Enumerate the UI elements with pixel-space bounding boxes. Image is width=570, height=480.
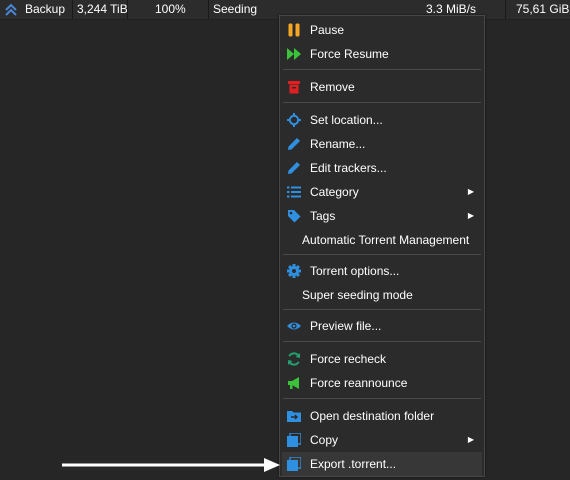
menu-separator: [283, 102, 481, 103]
torrent-status: Seeding: [213, 2, 258, 16]
submenu-arrow-icon: ▶: [467, 211, 474, 220]
torrent-context-menu: Pause Force Resume Remove Set location..…: [279, 15, 485, 477]
menu-item-label: Automatic Torrent Management: [302, 233, 470, 247]
pause-icon: [287, 23, 301, 37]
menu-item-automatic-torrent-management[interactable]: Automatic Torrent Management: [282, 228, 482, 252]
menu-item-label: Remove: [310, 80, 355, 94]
crosshair-icon: [287, 113, 301, 127]
menu-item-set-location[interactable]: Set location...: [282, 108, 482, 132]
menu-item-label: Force Resume: [310, 47, 389, 61]
megaphone-icon: [287, 376, 301, 390]
menu-item-label: Preview file...: [310, 319, 382, 333]
menu-item-tags[interactable]: Tags ▶: [282, 204, 482, 228]
torrent-name: Backup: [25, 2, 66, 16]
menu-item-force-resume[interactable]: Force Resume: [282, 42, 482, 66]
menu-item-remove[interactable]: Remove: [282, 75, 482, 99]
menu-item-label: Pause: [310, 23, 345, 37]
list-icon: [287, 185, 301, 199]
menu-item-export-torrent[interactable]: Export .torrent...: [282, 452, 482, 476]
menu-item-label: Edit trackers...: [310, 161, 387, 175]
menu-item-super-seeding-mode[interactable]: Super seeding mode: [282, 283, 482, 307]
menu-item-copy[interactable]: Copy ▶: [282, 428, 482, 452]
menu-item-preview-file[interactable]: Preview file...: [282, 314, 482, 338]
menu-item-label: Set location...: [310, 113, 383, 127]
menu-item-label: Open destination folder: [310, 409, 435, 423]
refresh-icon: [287, 352, 301, 366]
menu-item-label: Torrent options...: [310, 264, 400, 278]
menu-item-open-destination-folder[interactable]: Open destination folder: [282, 404, 482, 428]
pencil-icon: [287, 137, 301, 151]
menu-item-force-recheck[interactable]: Force recheck: [282, 347, 482, 371]
torrent-progress: 100%: [155, 2, 186, 16]
eye-icon: [287, 319, 301, 333]
menu-item-pause[interactable]: Pause: [282, 18, 482, 42]
menu-item-label: Tags: [310, 209, 336, 223]
menu-item-category[interactable]: Category ▶: [282, 180, 482, 204]
menu-separator: [283, 69, 481, 70]
menu-item-label: Category: [310, 185, 359, 199]
menu-item-label: Copy: [310, 433, 339, 447]
menu-item-force-reannounce[interactable]: Force reannounce: [282, 371, 482, 395]
menu-item-edit-trackers[interactable]: Edit trackers...: [282, 156, 482, 180]
menu-item-label: Force reannounce: [310, 376, 408, 390]
pencil-icon: [287, 161, 301, 175]
menu-item-label: Force recheck: [310, 352, 387, 366]
menu-separator: [283, 309, 481, 310]
menu-item-rename[interactable]: Rename...: [282, 132, 482, 156]
torrent-size: 3,244 TiB: [77, 2, 128, 16]
double-chevron-up-icon: [4, 0, 18, 19]
annotation-arrow-icon: [62, 458, 280, 472]
menu-item-label: Export .torrent...: [310, 457, 397, 471]
folder-icon: [287, 409, 301, 423]
trash-icon: [287, 80, 301, 94]
fast-forward-icon: [287, 47, 301, 61]
export-icon: [287, 457, 301, 471]
menu-item-label: Rename...: [310, 137, 366, 151]
submenu-arrow-icon: ▶: [467, 435, 474, 444]
menu-separator: [283, 254, 481, 255]
gear-icon: [287, 264, 301, 278]
copy-icon: [287, 433, 301, 447]
menu-item-torrent-options[interactable]: Torrent options...: [282, 259, 482, 283]
menu-separator: [283, 341, 481, 342]
submenu-arrow-icon: ▶: [467, 187, 474, 196]
tag-icon: [287, 209, 301, 223]
torrent-uploaded: 75,61 GiB: [516, 2, 570, 16]
menu-separator: [283, 398, 481, 399]
menu-item-label: Super seeding mode: [302, 288, 413, 302]
